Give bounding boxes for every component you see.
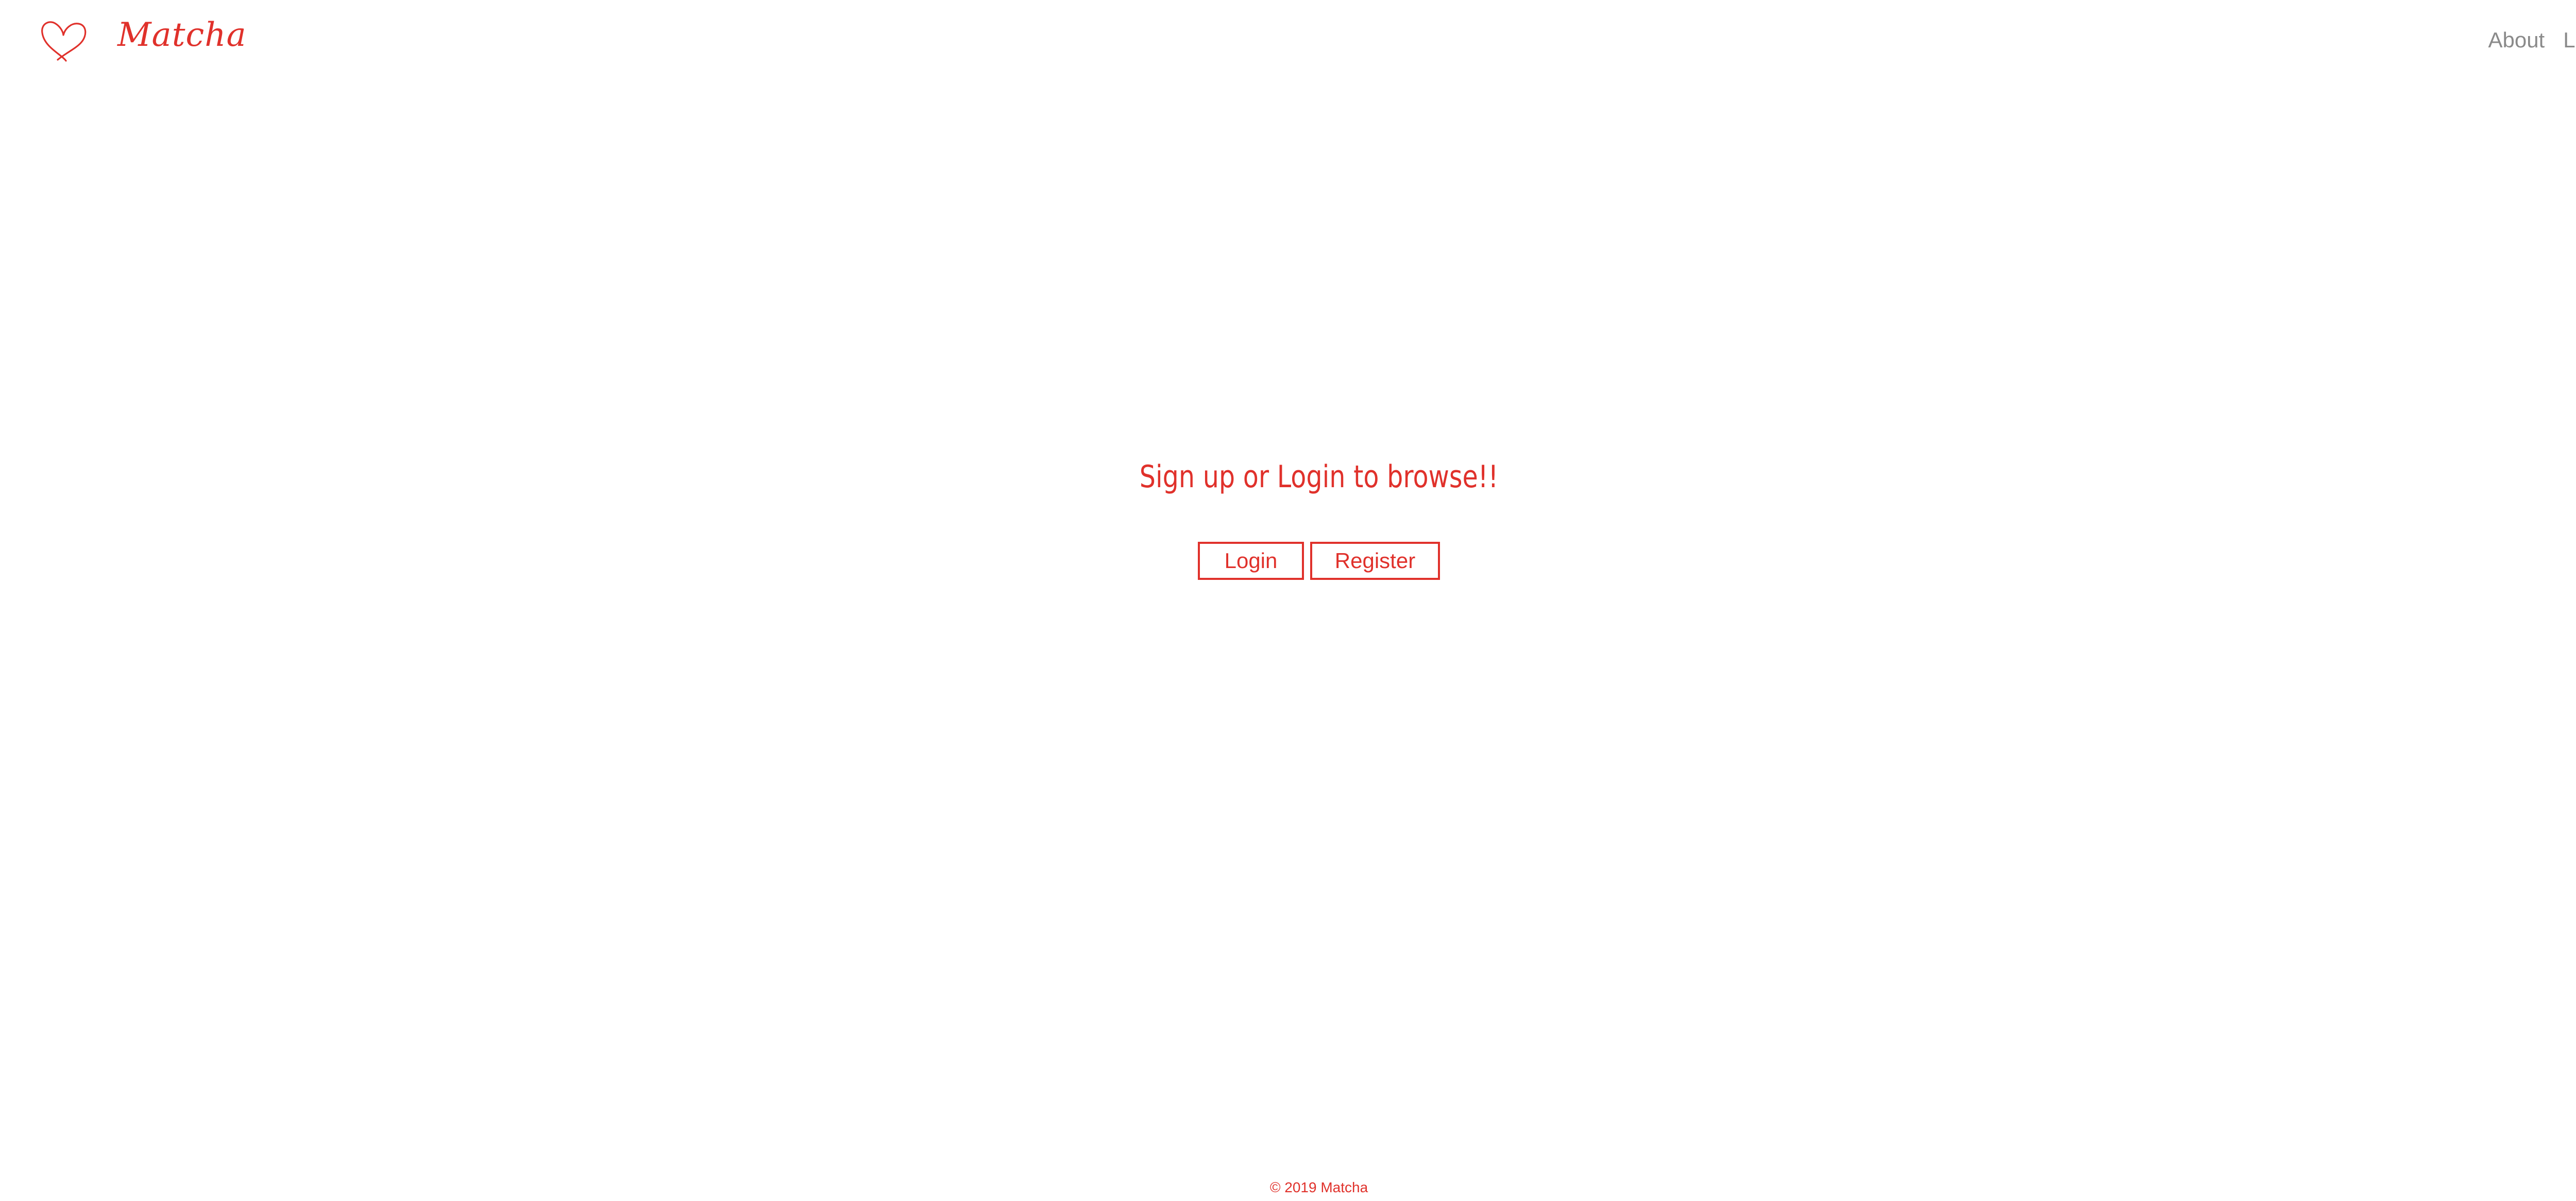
signup-prompt: Sign up or Login to browse!! — [1139, 459, 1499, 495]
footer-copyright: © 2019 Matcha — [1269, 1179, 1368, 1195]
heart-icon[interactable] — [39, 18, 88, 64]
register-button[interactable]: Register — [1310, 542, 1440, 580]
nav-about-link[interactable]: About — [2488, 26, 2545, 55]
nav-login-link[interactable]: Login — [2563, 26, 2576, 55]
login-button[interactable]: Login — [1198, 542, 1304, 580]
auth-actions: Login Register — [0, 542, 2576, 580]
top-nav: About Login — [2488, 26, 2576, 55]
brand-title[interactable]: Matcha — [117, 9, 247, 61]
